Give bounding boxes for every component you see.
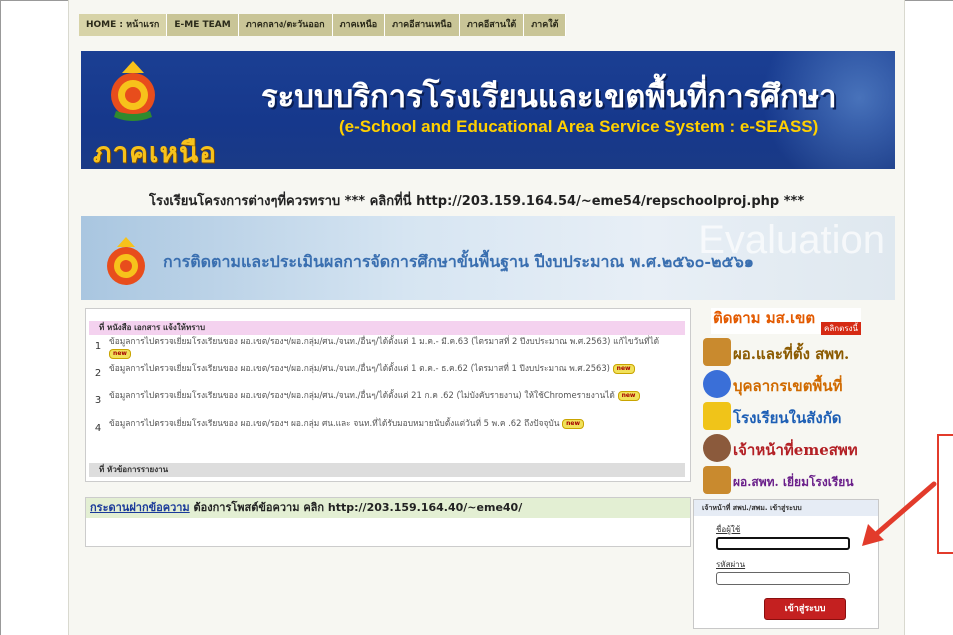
header-banner: ระบบบริการโรงเรียนและเขตพื้นที่การศึกษา … [81, 51, 895, 169]
top-nav: HOME : หน้าแรก E-ME TEAM ภาคกลาง/ตะวันออ… [79, 14, 567, 36]
nav-eme-team[interactable]: E-ME TEAM [167, 14, 239, 36]
news-item[interactable]: 3 ข้อมูลการไปตรวจเยี่ยมโรงเรียนของ ผอ.เข… [89, 389, 685, 415]
nav-northeast-north[interactable]: ภาคอีสานเหนือ [385, 14, 460, 36]
announcement-marquee[interactable]: โรงเรียนโครงการต่างๆที่ควรทราบ *** คลิกท… [149, 190, 894, 211]
username-label: ชื่อผู้ใช้ [716, 525, 741, 534]
sidebar-item-director-location[interactable]: ผอ.และที่ตั้ง สพท. [701, 336, 891, 368]
message-board-header: กระดานฝากข้อความ ต้องการโพสต์ข้อความ คลิ… [86, 498, 690, 518]
news-panel: ที่ หนังสือ เอกสาร แจ้งให้ทราบ 1 ข้อมูลก… [85, 308, 691, 482]
page-container: HOME : หน้าแรก E-ME TEAM ภาคกลาง/ตะวันออ… [68, 0, 905, 635]
message-board-text: ต้องการโพสต์ข้อความ คลิก http://203.159.… [189, 501, 523, 514]
login-header: เจ้าหน้าที่ สพป./สพม. เข้าสู่ระบบ [694, 500, 878, 516]
banner-region: ภาคเหนือ [93, 136, 217, 169]
news-item[interactable]: 1 ข้อมูลการไปตรวจเยี่ยมโรงเรียนของ ผอ.เข… [89, 335, 685, 361]
news-item-text[interactable]: ข้อมูลการไปตรวจเยี่ยมโรงเรียนของ ผอ.เขต/… [109, 418, 559, 428]
nav-home[interactable]: HOME : หน้าแรก [79, 14, 168, 36]
house-icon [703, 466, 731, 494]
sidebar-item-label: เจ้าหน้าที่emeสพท [733, 441, 858, 459]
news-item-number: 4 [94, 423, 102, 434]
news-item[interactable]: 2 ข้อมูลการไปตรวจเยี่ยมโรงเรียนของ ผอ.เข… [89, 362, 685, 388]
news-item-text[interactable]: ข้อมูลการไปตรวจเยี่ยมโรงเรียนของ ผอ.เขต/… [109, 390, 615, 400]
annotation-box [937, 434, 953, 554]
nav-north[interactable]: ภาคเหนือ [332, 14, 386, 36]
ministry-seal-icon [111, 61, 155, 121]
sidebar-item-label: บุคลากรเขตพื้นที่ [733, 377, 843, 395]
staff-icon [703, 434, 731, 462]
sidebar-item-personnel[interactable]: บุคลากรเขตพื้นที่ [701, 368, 891, 400]
username-input[interactable] [716, 537, 850, 550]
banner-title-thai: ระบบบริการโรงเรียนและเขตพื้นที่การศึกษา [261, 79, 837, 115]
annotation-arrow-icon [862, 481, 937, 546]
banner-title-english: (e-School and Educational Area Service S… [339, 117, 819, 136]
message-board-panel: กระดานฝากข้อความ ต้องการโพสต์ข้อความ คลิ… [85, 497, 691, 547]
ministry-seal-icon [107, 237, 145, 285]
school-icon [703, 402, 731, 430]
news-item-number: 1 [94, 341, 102, 352]
house-icon [703, 338, 731, 366]
sidebar-item-schools[interactable]: โรงเรียนในสังกัด [701, 400, 891, 432]
login-button[interactable]: เข้าสู่ระบบ [764, 598, 846, 620]
new-badge: new [612, 363, 635, 374]
login-panel: เจ้าหน้าที่ สพป./สพม. เข้าสู่ระบบ ชื่อผู… [693, 499, 879, 629]
new-badge: new [109, 348, 131, 359]
report-topics-header: ที่ หัวข้อการรายงาน [89, 463, 685, 477]
news-item-number: 2 [94, 368, 102, 379]
password-label: รหัสผ่าน [716, 560, 746, 569]
nav-south[interactable]: ภาคใต้ [524, 14, 567, 36]
news-item-number: 3 [94, 395, 102, 406]
window-left-border [0, 0, 1, 635]
evaluation-banner[interactable]: Evaluation การติดตามและประเมินผลการจัดกา… [81, 216, 895, 300]
news-header: ที่ หนังสือ เอกสาร แจ้งให้ทราบ [89, 321, 685, 335]
evaluation-banner-text: การติดตามและประเมินผลการจัดการศึกษาขั้นพ… [163, 252, 754, 271]
password-input[interactable] [716, 572, 850, 585]
sidebar-item-label: ผอ.และที่ตั้ง สพท. [733, 345, 850, 363]
sidebar-item-label: โรงเรียนในสังกัด [733, 409, 842, 427]
tracking-subtitle: คลิกตรงนี้ [821, 322, 861, 335]
person-icon [703, 370, 731, 398]
nav-central-east[interactable]: ภาคกลาง/ตะวันออก [238, 14, 333, 36]
news-item-text[interactable]: ข้อมูลการไปตรวจเยี่ยมโรงเรียนของ ผอ.เขต/… [109, 363, 610, 373]
sidebar-item-eme-staff[interactable]: เจ้าหน้าที่emeสพท [701, 432, 891, 464]
news-item-text[interactable]: ข้อมูลการไปตรวจเยี่ยมโรงเรียนของ ผอ.เขต/… [109, 336, 659, 346]
nav-northeast-south[interactable]: ภาคอีสานใต้ [459, 14, 525, 36]
news-item[interactable]: 4 ข้อมูลการไปตรวจเยี่ยมโรงเรียนของ ผอ.เข… [89, 417, 685, 443]
new-badge: new [617, 390, 640, 401]
message-board-link[interactable]: กระดานฝากข้อความ [90, 501, 190, 514]
tracking-banner[interactable]: ติดตาม มส.เขต คลิกตรงนี้ [711, 308, 861, 335]
sidebar-item-label: ผอ.สพท. เยี่ยมโรงเรียน [733, 475, 854, 489]
tracking-title: ติดตาม มส.เขต [713, 309, 816, 327]
new-badge: new [562, 418, 585, 429]
